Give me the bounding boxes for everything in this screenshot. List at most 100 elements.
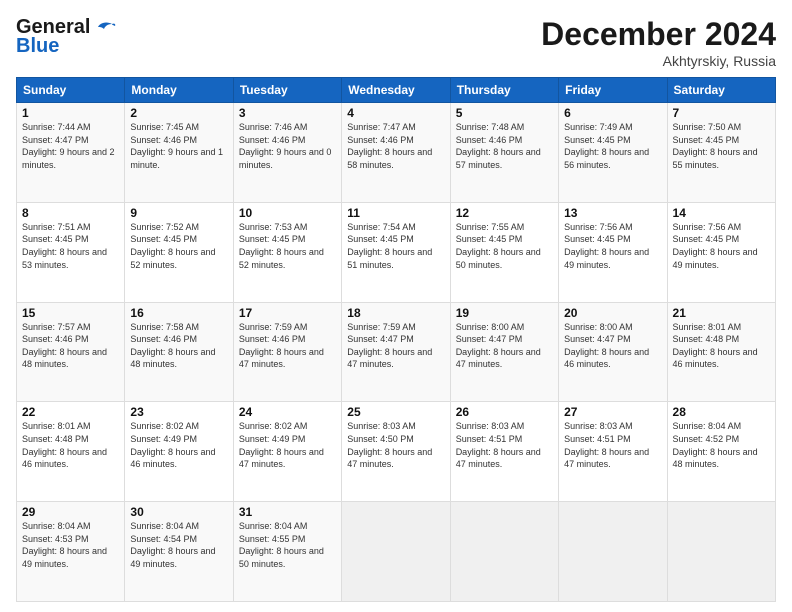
calendar-week-row: 29Sunrise: 8:04 AMSunset: 4:53 PMDayligh… [17, 502, 776, 602]
day-number: 23 [130, 405, 227, 419]
calendar-cell: 12Sunrise: 7:55 AMSunset: 4:45 PMDayligh… [450, 202, 558, 302]
calendar-cell: 26Sunrise: 8:03 AMSunset: 4:51 PMDayligh… [450, 402, 558, 502]
day-number: 31 [239, 505, 336, 519]
day-info: Sunrise: 7:46 AMSunset: 4:46 PMDaylight:… [239, 121, 336, 171]
day-info: Sunrise: 7:50 AMSunset: 4:45 PMDaylight:… [673, 121, 770, 171]
weekday-header-cell: Sunday [17, 78, 125, 103]
day-info: Sunrise: 7:54 AMSunset: 4:45 PMDaylight:… [347, 221, 444, 271]
day-number: 20 [564, 306, 661, 320]
calendar-cell: 13Sunrise: 7:56 AMSunset: 4:45 PMDayligh… [559, 202, 667, 302]
day-info: Sunrise: 8:02 AMSunset: 4:49 PMDaylight:… [239, 420, 336, 470]
day-info: Sunrise: 8:04 AMSunset: 4:55 PMDaylight:… [239, 520, 336, 570]
day-info: Sunrise: 7:51 AMSunset: 4:45 PMDaylight:… [22, 221, 119, 271]
day-number: 27 [564, 405, 661, 419]
calendar-cell: 16Sunrise: 7:58 AMSunset: 4:46 PMDayligh… [125, 302, 233, 402]
calendar-table: SundayMondayTuesdayWednesdayThursdayFrid… [16, 77, 776, 602]
day-info: Sunrise: 7:47 AMSunset: 4:46 PMDaylight:… [347, 121, 444, 171]
calendar-week-row: 1Sunrise: 7:44 AMSunset: 4:47 PMDaylight… [17, 103, 776, 203]
calendar-cell: 20Sunrise: 8:00 AMSunset: 4:47 PMDayligh… [559, 302, 667, 402]
day-number: 4 [347, 106, 444, 120]
calendar-cell: 31Sunrise: 8:04 AMSunset: 4:55 PMDayligh… [233, 502, 341, 602]
day-number: 13 [564, 206, 661, 220]
day-info: Sunrise: 7:49 AMSunset: 4:45 PMDaylight:… [564, 121, 661, 171]
day-number: 9 [130, 206, 227, 220]
day-info: Sunrise: 7:48 AMSunset: 4:46 PMDaylight:… [456, 121, 553, 171]
day-info: Sunrise: 7:52 AMSunset: 4:45 PMDaylight:… [130, 221, 227, 271]
month-title: December 2024 [541, 16, 776, 53]
calendar-page: General Blue December 2024 Akhtyrskiy, R… [0, 0, 792, 612]
weekday-header-cell: Friday [559, 78, 667, 103]
calendar-week-row: 15Sunrise: 7:57 AMSunset: 4:46 PMDayligh… [17, 302, 776, 402]
calendar-cell: 9Sunrise: 7:52 AMSunset: 4:45 PMDaylight… [125, 202, 233, 302]
calendar-body: 1Sunrise: 7:44 AMSunset: 4:47 PMDaylight… [17, 103, 776, 602]
day-number: 5 [456, 106, 553, 120]
calendar-cell: 5Sunrise: 7:48 AMSunset: 4:46 PMDaylight… [450, 103, 558, 203]
calendar-cell: 8Sunrise: 7:51 AMSunset: 4:45 PMDaylight… [17, 202, 125, 302]
calendar-cell: 6Sunrise: 7:49 AMSunset: 4:45 PMDaylight… [559, 103, 667, 203]
calendar-cell: 15Sunrise: 7:57 AMSunset: 4:46 PMDayligh… [17, 302, 125, 402]
day-number: 14 [673, 206, 770, 220]
day-info: Sunrise: 7:57 AMSunset: 4:46 PMDaylight:… [22, 321, 119, 371]
day-info: Sunrise: 7:58 AMSunset: 4:46 PMDaylight:… [130, 321, 227, 371]
day-number: 10 [239, 206, 336, 220]
day-info: Sunrise: 8:04 AMSunset: 4:52 PMDaylight:… [673, 420, 770, 470]
day-number: 28 [673, 405, 770, 419]
day-info: Sunrise: 7:45 AMSunset: 4:46 PMDaylight:… [130, 121, 227, 171]
calendar-cell: 28Sunrise: 8:04 AMSunset: 4:52 PMDayligh… [667, 402, 775, 502]
calendar-cell: 29Sunrise: 8:04 AMSunset: 4:53 PMDayligh… [17, 502, 125, 602]
day-number: 3 [239, 106, 336, 120]
day-number: 15 [22, 306, 119, 320]
day-info: Sunrise: 8:02 AMSunset: 4:49 PMDaylight:… [130, 420, 227, 470]
weekday-header-row: SundayMondayTuesdayWednesdayThursdayFrid… [17, 78, 776, 103]
day-number: 1 [22, 106, 119, 120]
day-number: 25 [347, 405, 444, 419]
day-number: 30 [130, 505, 227, 519]
logo-bird-icon [94, 19, 116, 37]
logo: General Blue [16, 16, 116, 58]
calendar-cell: 17Sunrise: 7:59 AMSunset: 4:46 PMDayligh… [233, 302, 341, 402]
day-info: Sunrise: 7:59 AMSunset: 4:46 PMDaylight:… [239, 321, 336, 371]
day-number: 2 [130, 106, 227, 120]
day-info: Sunrise: 7:44 AMSunset: 4:47 PMDaylight:… [22, 121, 119, 171]
calendar-cell: 1Sunrise: 7:44 AMSunset: 4:47 PMDaylight… [17, 103, 125, 203]
day-number: 21 [673, 306, 770, 320]
day-number: 19 [456, 306, 553, 320]
calendar-cell [342, 502, 450, 602]
calendar-cell: 30Sunrise: 8:04 AMSunset: 4:54 PMDayligh… [125, 502, 233, 602]
logo-blue-text: Blue [16, 35, 59, 58]
day-number: 22 [22, 405, 119, 419]
day-info: Sunrise: 8:01 AMSunset: 4:48 PMDaylight:… [22, 420, 119, 470]
calendar-cell [559, 502, 667, 602]
calendar-cell: 24Sunrise: 8:02 AMSunset: 4:49 PMDayligh… [233, 402, 341, 502]
calendar-cell: 14Sunrise: 7:56 AMSunset: 4:45 PMDayligh… [667, 202, 775, 302]
day-info: Sunrise: 8:04 AMSunset: 4:54 PMDaylight:… [130, 520, 227, 570]
day-info: Sunrise: 7:53 AMSunset: 4:45 PMDaylight:… [239, 221, 336, 271]
day-number: 6 [564, 106, 661, 120]
calendar-week-row: 8Sunrise: 7:51 AMSunset: 4:45 PMDaylight… [17, 202, 776, 302]
calendar-cell: 10Sunrise: 7:53 AMSunset: 4:45 PMDayligh… [233, 202, 341, 302]
calendar-cell: 21Sunrise: 8:01 AMSunset: 4:48 PMDayligh… [667, 302, 775, 402]
day-number: 11 [347, 206, 444, 220]
weekday-header-cell: Saturday [667, 78, 775, 103]
calendar-cell [450, 502, 558, 602]
calendar-cell: 4Sunrise: 7:47 AMSunset: 4:46 PMDaylight… [342, 103, 450, 203]
day-info: Sunrise: 7:56 AMSunset: 4:45 PMDaylight:… [564, 221, 661, 271]
calendar-cell: 22Sunrise: 8:01 AMSunset: 4:48 PMDayligh… [17, 402, 125, 502]
day-number: 16 [130, 306, 227, 320]
title-area: December 2024 Akhtyrskiy, Russia [541, 16, 776, 69]
calendar-cell: 19Sunrise: 8:00 AMSunset: 4:47 PMDayligh… [450, 302, 558, 402]
weekday-header-cell: Wednesday [342, 78, 450, 103]
calendar-cell: 27Sunrise: 8:03 AMSunset: 4:51 PMDayligh… [559, 402, 667, 502]
day-number: 12 [456, 206, 553, 220]
weekday-header-cell: Thursday [450, 78, 558, 103]
calendar-cell [667, 502, 775, 602]
day-number: 7 [673, 106, 770, 120]
calendar-cell: 18Sunrise: 7:59 AMSunset: 4:47 PMDayligh… [342, 302, 450, 402]
calendar-cell: 3Sunrise: 7:46 AMSunset: 4:46 PMDaylight… [233, 103, 341, 203]
day-number: 18 [347, 306, 444, 320]
day-info: Sunrise: 8:00 AMSunset: 4:47 PMDaylight:… [564, 321, 661, 371]
calendar-cell: 23Sunrise: 8:02 AMSunset: 4:49 PMDayligh… [125, 402, 233, 502]
location-subtitle: Akhtyrskiy, Russia [541, 53, 776, 69]
day-info: Sunrise: 7:59 AMSunset: 4:47 PMDaylight:… [347, 321, 444, 371]
day-info: Sunrise: 7:56 AMSunset: 4:45 PMDaylight:… [673, 221, 770, 271]
